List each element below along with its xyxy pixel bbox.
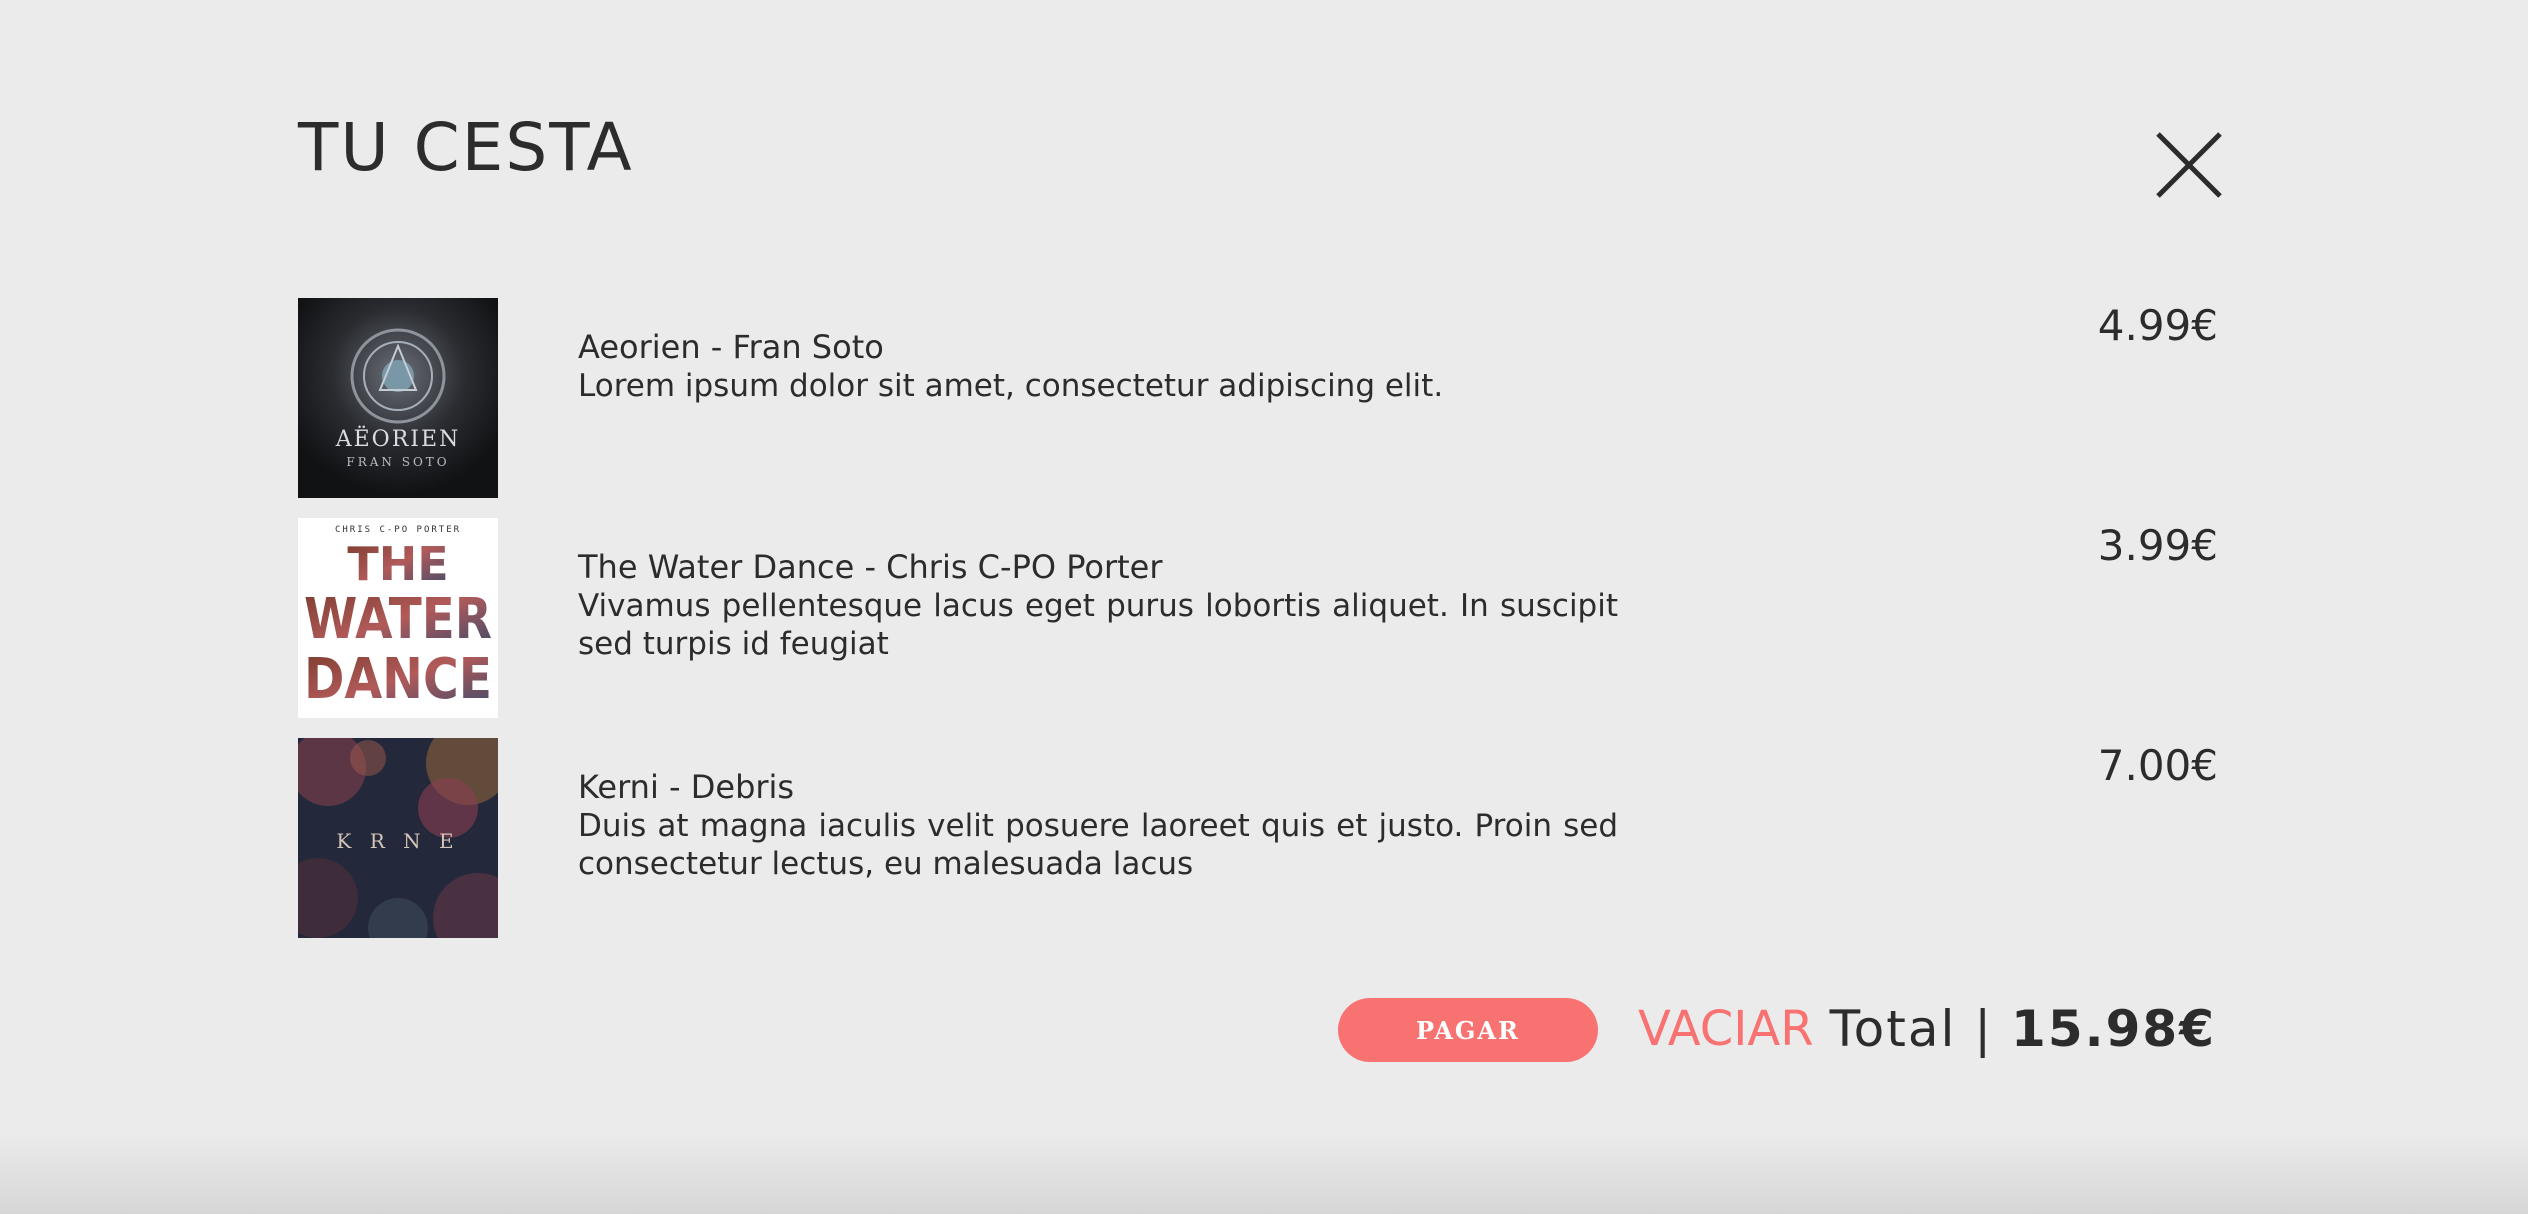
item-price: 3.99€ bbox=[2097, 521, 2218, 570]
cart-footer: PAGAR VACIAR Total | 15.98€ bbox=[1338, 996, 2218, 1062]
item-name: Kerni - Debris bbox=[578, 768, 795, 806]
item-price: 4.99€ bbox=[2097, 301, 2218, 350]
cover-title-line-3: DANCE bbox=[304, 647, 492, 712]
cover-title-text: K R N E bbox=[336, 829, 459, 853]
total-amount: 15.98€ bbox=[2011, 1000, 2216, 1058]
cover-title-line-1: THE bbox=[347, 537, 448, 591]
item-description: Duis at magna iaculis velit posuere laor… bbox=[578, 808, 1618, 882]
cart-total: Total | 15.98€ bbox=[1830, 996, 2216, 1062]
pay-button[interactable]: PAGAR bbox=[1338, 998, 1598, 1062]
album-cover-water-dance: CHRIS C-PO PORTER THE WATER DANCE bbox=[298, 518, 498, 718]
close-icon bbox=[2156, 132, 2222, 198]
cart-item: AËORIEN FRAN SOTO Aeorien - Fran Soto Lo… bbox=[298, 298, 2218, 498]
cover-title-line-2: WATER bbox=[304, 587, 492, 652]
empty-cart-button[interactable]: VACIAR bbox=[1638, 996, 1814, 1062]
page-title: TU CESTA bbox=[298, 109, 634, 186]
item-name: The Water Dance - Chris C-PO Porter bbox=[578, 548, 1163, 586]
item-name: Aeorien - Fran Soto bbox=[578, 328, 884, 366]
item-price: 7.00€ bbox=[2097, 741, 2218, 790]
total-label: Total | bbox=[1829, 1000, 2012, 1058]
item-description: Vivamus pellentesque lacus eget purus lo… bbox=[578, 588, 1618, 662]
cover-title-text: AËORIEN bbox=[335, 425, 461, 452]
album-cover-kerni: K R N E bbox=[298, 738, 498, 938]
bottom-shadow bbox=[0, 1134, 2528, 1214]
cover-artist-text: CHRIS C-PO PORTER bbox=[335, 525, 461, 535]
item-description: Lorem ipsum dolor sit amet, consectetur … bbox=[578, 368, 1444, 404]
cart-item: K R N E Kerni - Debris Duis at magna iac… bbox=[298, 738, 2218, 938]
close-button[interactable] bbox=[2152, 112, 2226, 212]
cover-artist-text: FRAN SOTO bbox=[346, 455, 449, 469]
cart-item: CHRIS C-PO PORTER THE WATER DANCE The Wa… bbox=[298, 518, 2218, 718]
album-cover-aeorien: AËORIEN FRAN SOTO bbox=[298, 298, 498, 498]
